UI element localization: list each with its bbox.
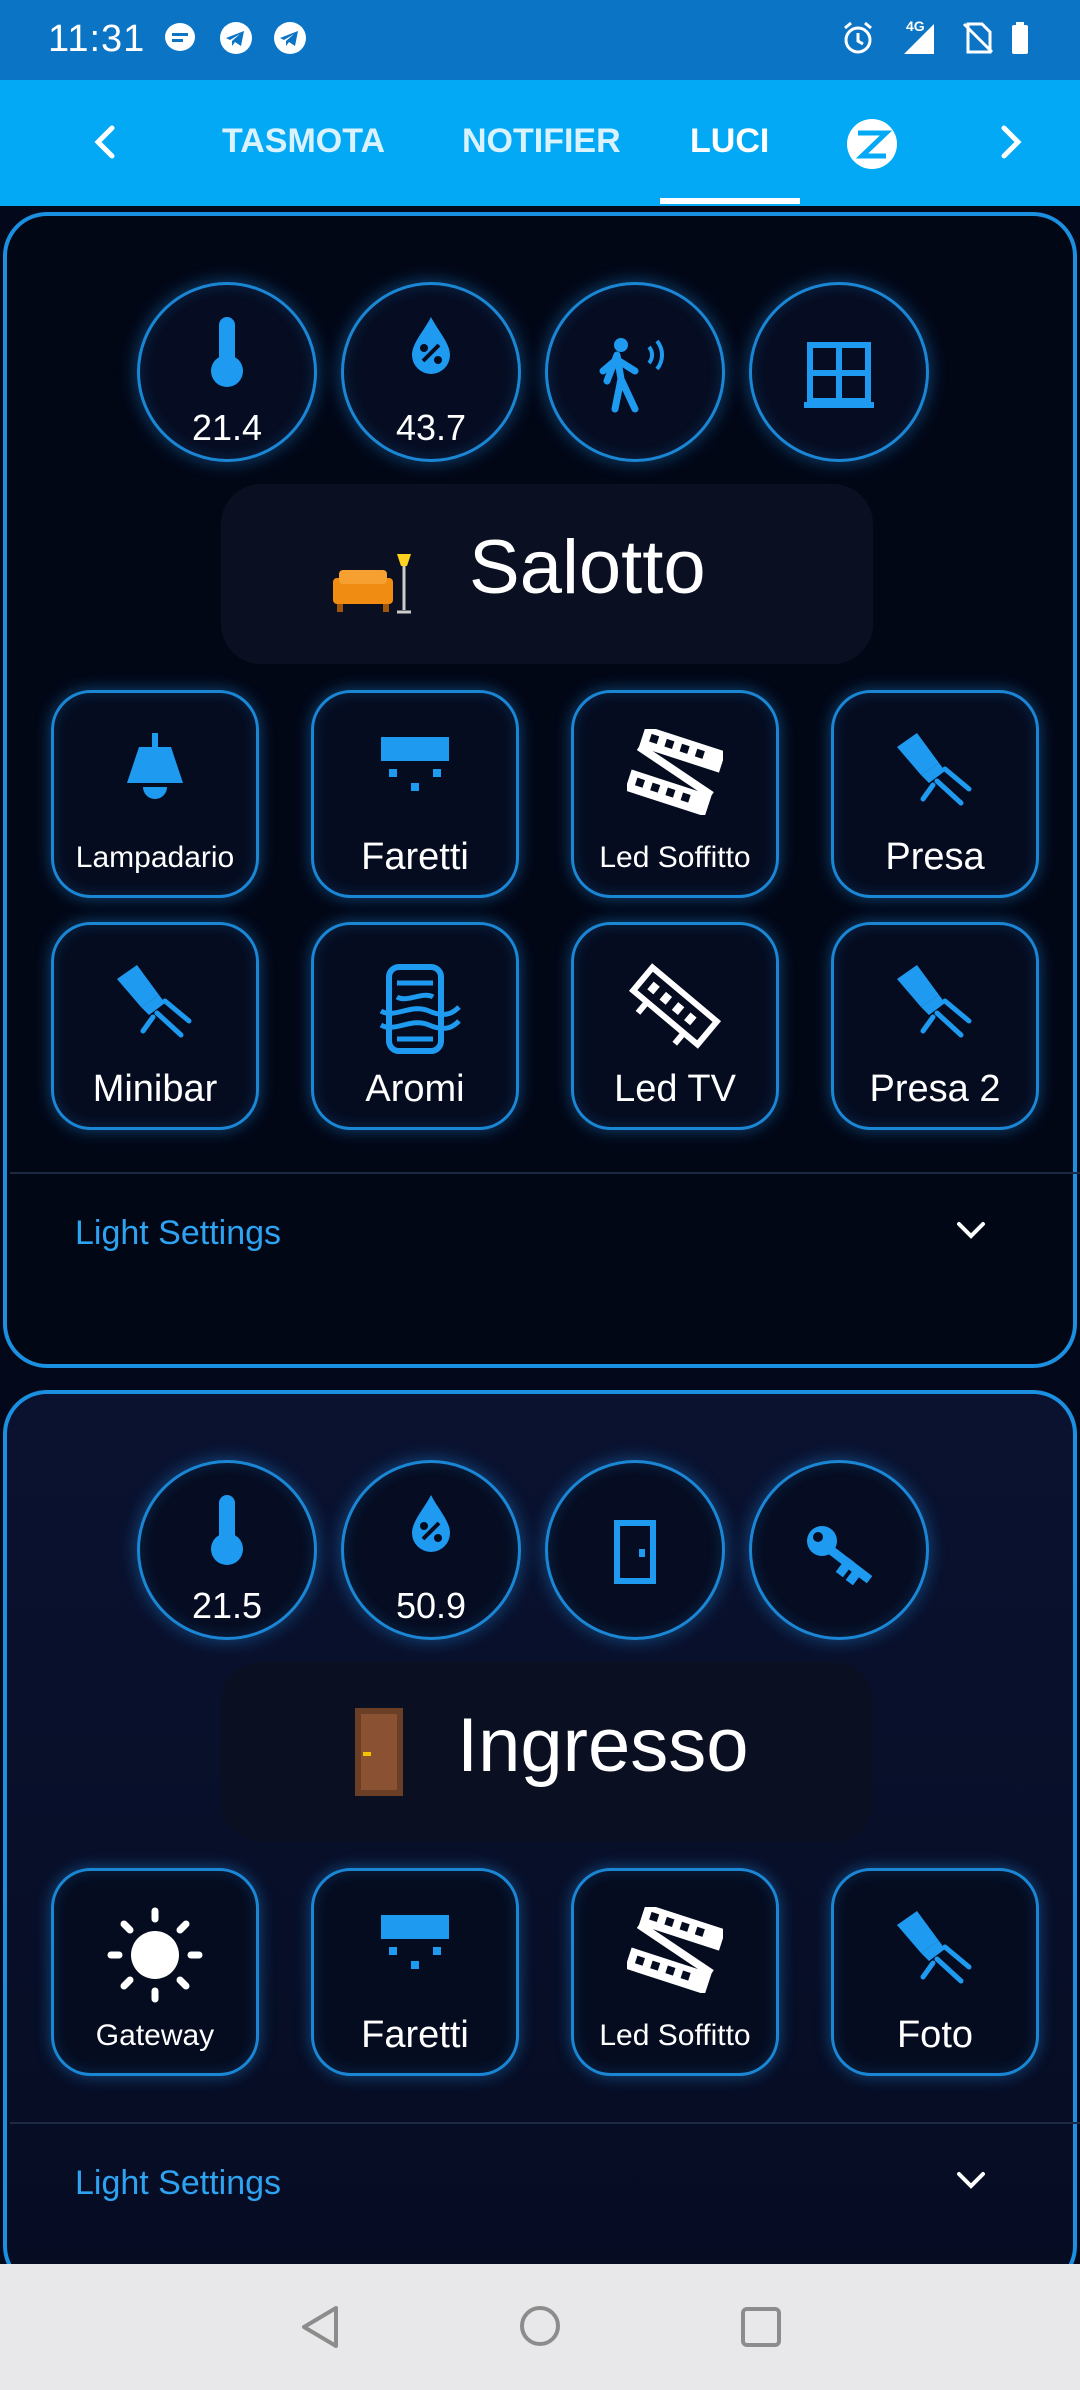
room-card-ingresso: 21.5 50.9 Ingresso Gateway Faretti Led S… [3,1390,1080,2290]
motion-sensor[interactable] [545,282,725,462]
telegram-notification-icon [220,22,252,54]
plug-icon [897,965,972,1038]
zigbee-icon[interactable] [846,118,898,170]
humidity-sensor[interactable]: 50.9 [341,1460,521,1640]
aroma-diffuser-icon [379,964,461,1054]
door-icon [614,1520,656,1584]
alarm-icon [844,21,872,54]
light-button-label: Led TV [614,1068,736,1110]
chevron-right-icon[interactable] [988,120,1032,164]
light-settings-toggle[interactable]: Light Settings [75,2164,281,2203]
status-bar: 11:31 4G [0,0,1080,80]
tab-notifier[interactable]: NOTIFIER [462,122,621,161]
door-sensor[interactable] [545,1460,725,1640]
spotlights-icon [381,1915,449,1969]
light-button-faretti[interactable]: Faretti [311,690,519,898]
light-button-aromi[interactable]: Aromi [311,922,519,1130]
no-sim-icon [962,22,994,54]
light-button-label: Faretti [361,2014,469,2056]
light-button-label: Presa [885,836,985,878]
plug-icon [897,1911,972,1984]
chevron-left-icon[interactable] [84,120,128,164]
sun-icon [107,1907,203,2003]
tab-bar: TASMOTA NOTIFIER LUCI [0,80,1080,206]
thermometer-icon [211,1495,243,1565]
spotlights-icon [381,737,449,791]
light-button-presa[interactable]: Presa [831,690,1039,898]
window-icon [804,342,874,408]
key-icon [807,1526,873,1585]
ceiling-lamp-icon [127,733,183,799]
chevron-down-icon[interactable] [951,1210,991,1250]
plug-icon [897,733,972,806]
humidity-value: 43.7 [395,407,467,448]
room-card-salotto: 21.4 43.7 Salotto Lampadario Faretti Led… [3,212,1080,1368]
battery-icon [1012,22,1028,54]
temperature-sensor[interactable]: 21.5 [137,1460,317,1640]
temperature-value: 21.4 [191,407,263,448]
light-button-gateway[interactable]: Gateway [51,1868,259,2076]
chevron-down-icon[interactable] [951,2160,991,2200]
humidity-sensor[interactable]: 43.7 [341,282,521,462]
back-icon[interactable] [298,2304,342,2350]
led-strip-icon [627,1907,723,1993]
led-strip-icon [627,729,723,815]
tab-luci[interactable]: LUCI [690,122,769,161]
tab-tasmota[interactable]: TASMOTA [222,122,385,161]
window-sensor[interactable] [749,282,929,462]
light-button-foto[interactable]: Foto [831,1868,1039,2076]
room-title: Salotto [469,525,706,610]
light-button-label: Foto [896,2014,974,2056]
recents-icon[interactable] [740,2306,782,2348]
humidity-value: 50.9 [395,1585,467,1626]
light-button-minibar[interactable]: Minibar [51,922,259,1130]
light-button-label: Presa 2 [869,1068,1001,1110]
couch-lamp-icon [333,554,411,614]
light-button-label: Faretti [361,836,469,878]
humidity-icon [412,317,450,374]
temperature-sensor[interactable]: 21.4 [137,282,317,462]
room-title-box: Salotto [221,484,873,664]
telegram-notification-icon [274,22,306,54]
temperature-value: 21.5 [191,1585,263,1626]
light-button-lampadario[interactable]: Lampadario [51,690,259,898]
divider [10,2122,1080,2124]
active-tab-indicator [660,198,800,204]
lock-sensor[interactable] [749,1460,929,1640]
light-settings-toggle[interactable]: Light Settings [75,1214,281,1253]
divider [10,1172,1080,1174]
light-button-label: Lampadario [75,841,235,874]
light-button-label: Led Soffitto [599,2019,751,2052]
light-button-label: Minibar [92,1068,218,1110]
plug-icon [117,965,192,1038]
room-title-box: Ingresso [221,1662,873,1842]
light-button-label: Led Soffitto [599,841,751,874]
led-strip-icon [628,963,722,1049]
home-icon[interactable] [518,2304,562,2348]
light-button-led-soffitto[interactable]: Led Soffitto [571,690,779,898]
light-button-label: Aromi [365,1068,465,1110]
door-emoji-icon [355,1708,403,1796]
light-button-presa-2[interactable]: Presa 2 [831,922,1039,1130]
light-button-led-soffitto[interactable]: Led Soffitto [571,1868,779,2076]
system-nav-bar [0,2264,1080,2390]
room-title: Ingresso [457,1703,749,1788]
messages-notification-icon [165,23,195,51]
light-button-led-tv[interactable]: Led TV [571,922,779,1130]
light-button-label: Gateway [95,2019,215,2052]
thermometer-icon [211,317,243,387]
status-time: 11:31 [48,18,146,60]
light-button-faretti[interactable]: Faretti [311,1868,519,2076]
motion-icon [599,338,665,413]
humidity-icon [412,1495,450,1552]
cell-signal-icon [904,24,934,54]
